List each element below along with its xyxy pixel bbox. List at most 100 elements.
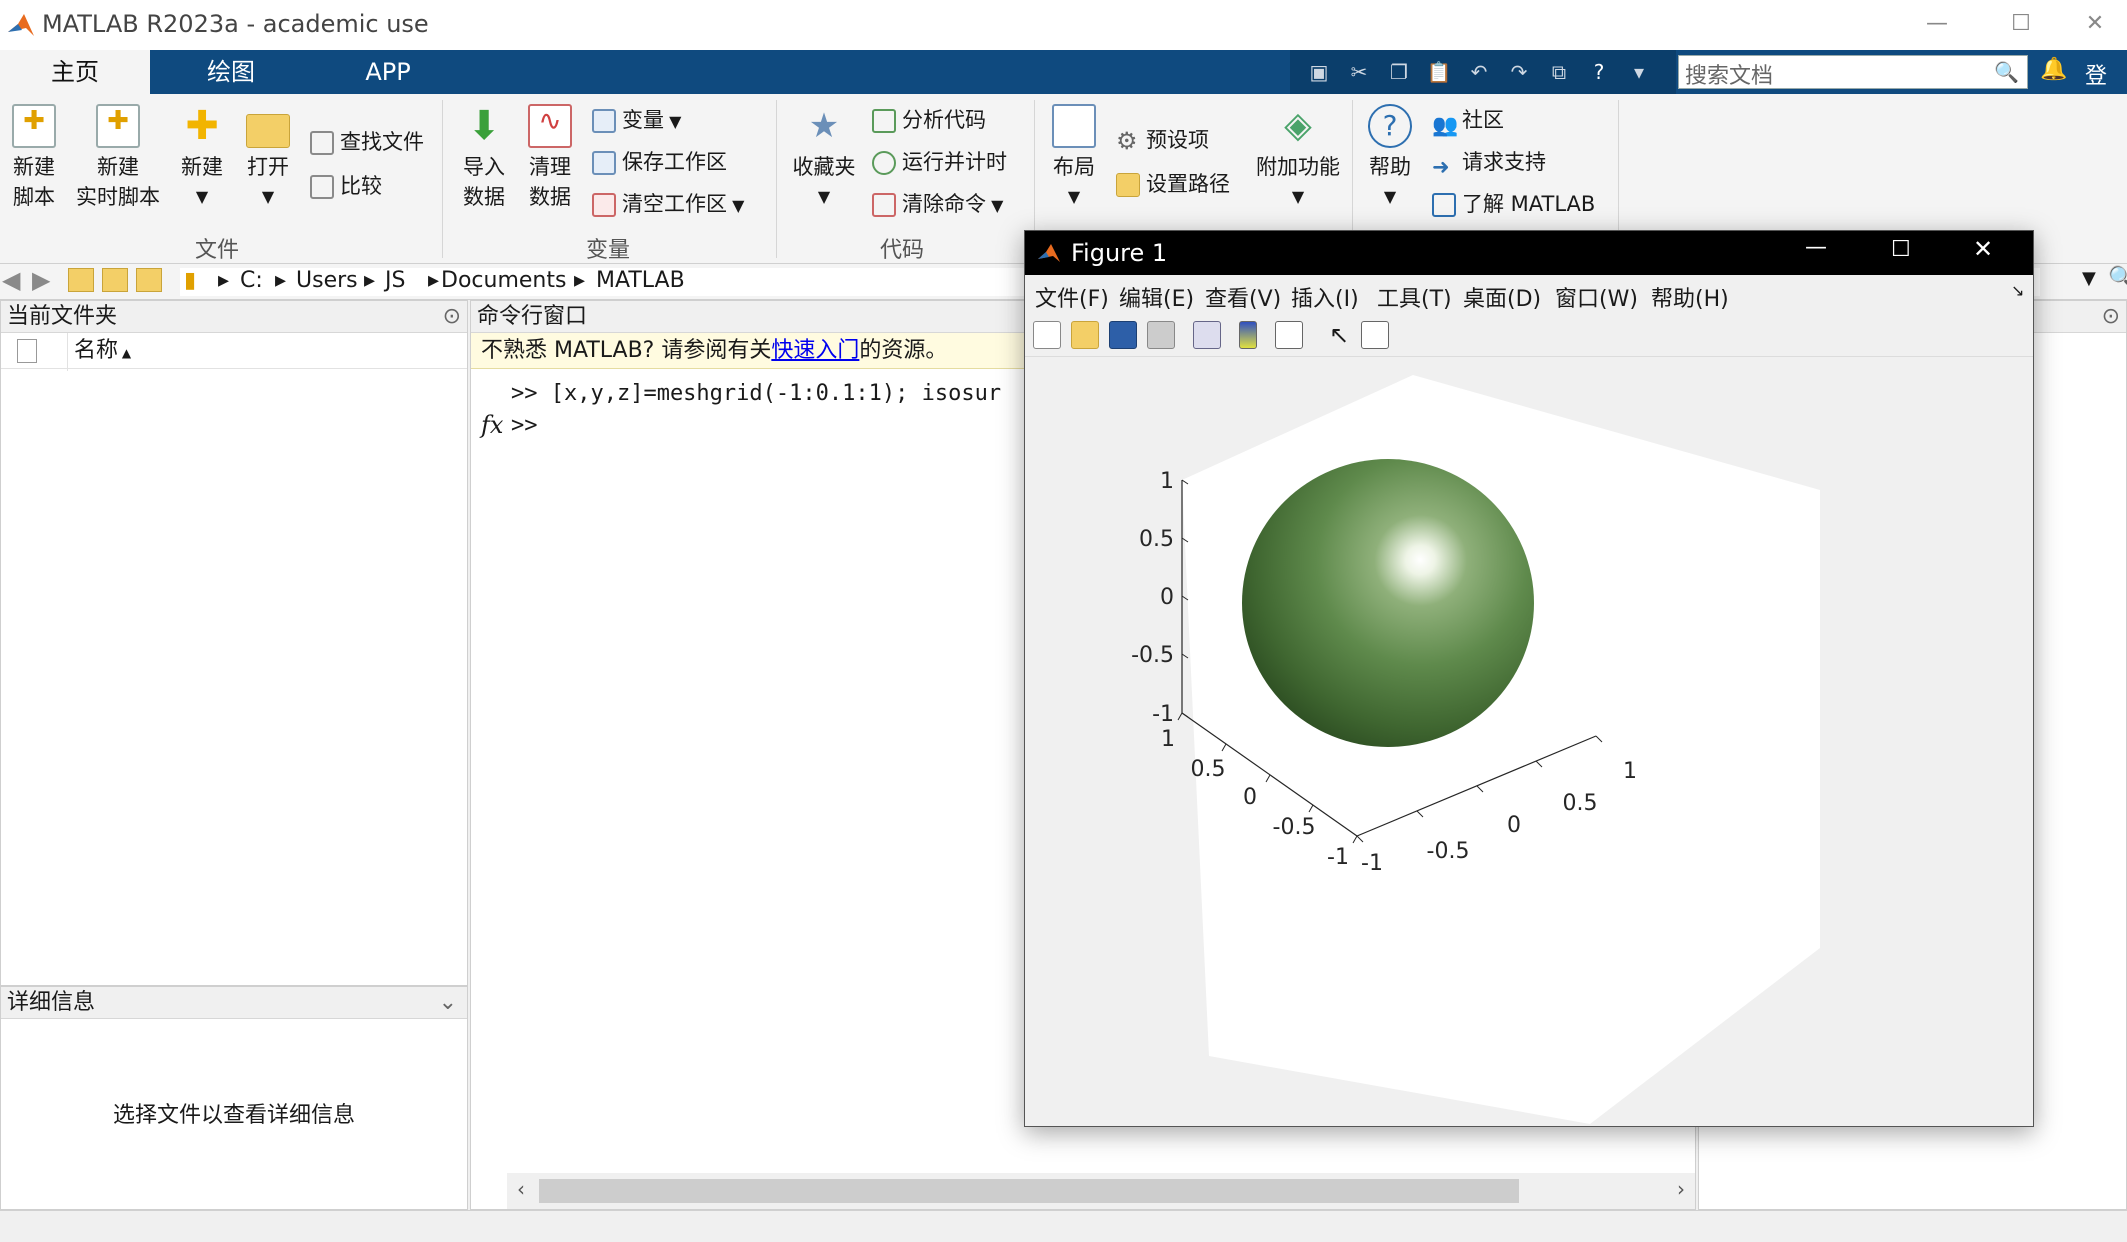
tab-plots[interactable]: 绘图: [150, 50, 312, 94]
breadcrumb-js[interactable]: JS: [385, 268, 405, 293]
menu-insert[interactable]: 插入(I): [1291, 281, 1359, 313]
chevron-down-icon[interactable]: ⌄: [439, 987, 457, 1019]
figure-axes[interactable]: 1 0.5 0 -0.5 -1 1 0.5 0 -0.5 -1 1 0.5 0 …: [1026, 358, 2032, 1126]
menu-desktop[interactable]: 桌面(D): [1463, 281, 1541, 313]
print-icon[interactable]: [1147, 321, 1175, 349]
command-prompt[interactable]: >>: [511, 413, 538, 438]
compare-button[interactable]: 比较: [310, 170, 382, 202]
search-documentation-input[interactable]: 搜索文档 🔍: [1678, 55, 2028, 89]
notification-bell-icon[interactable]: 🔔: [2040, 57, 2067, 82]
panel-actions-icon[interactable]: ⊙: [2102, 301, 2120, 333]
details-header[interactable]: 详细信息 ⌄: [1, 987, 467, 1019]
new-button[interactable]: ✚ 新建 ▼: [172, 104, 232, 212]
preferences-button[interactable]: ⚙ 预设项: [1116, 124, 1209, 156]
quick-start-link[interactable]: 快速入门: [771, 338, 859, 363]
panel-actions-icon[interactable]: ⊙: [443, 301, 461, 333]
close-button[interactable]: ✕: [2063, 0, 2127, 50]
scrollbar-thumb[interactable]: [539, 1179, 1519, 1203]
figure-window[interactable]: Figure 1 — ☐ ✕ 文件(F) 编辑(E) 查看(V) 插入(I) 工…: [1024, 230, 2034, 1127]
clean-data-button[interactable]: ∿ 清理 数据: [520, 104, 580, 212]
clean-data-label: 清理 数据: [529, 155, 571, 209]
ribbon-separator: [776, 100, 777, 258]
property-inspector-icon[interactable]: [1361, 321, 1389, 349]
link-plot-icon[interactable]: [1193, 321, 1221, 349]
import-data-button[interactable]: ⬇ 导入 数据: [454, 104, 514, 212]
scroll-right-icon[interactable]: ›: [1677, 1177, 1685, 1201]
insert-legend-icon[interactable]: [1275, 321, 1303, 349]
tab-apps[interactable]: APP: [312, 50, 464, 94]
undo-icon[interactable]: ↶: [1464, 57, 1494, 87]
gear-icon: ⚙: [1116, 127, 1138, 155]
customize-dropdown-icon[interactable]: ▾: [1624, 57, 1654, 87]
insert-colorbar-icon[interactable]: [1239, 321, 1257, 349]
new-script-button[interactable]: ✚ 新建 脚本: [4, 104, 64, 212]
switch-windows-icon[interactable]: ⧉: [1544, 57, 1574, 87]
menu-edit[interactable]: 编辑(E): [1119, 281, 1194, 313]
forward-arrow-icon[interactable]: ▶: [32, 266, 50, 294]
address-dropdown-icon[interactable]: ▼: [2082, 268, 2096, 289]
community-button[interactable]: 👥 社区: [1432, 104, 1504, 137]
menu-help[interactable]: 帮助(H): [1651, 281, 1729, 313]
dock-arrow-icon[interactable]: ↘: [2011, 281, 2024, 300]
redo-icon[interactable]: ↷: [1504, 57, 1534, 87]
find-files-icon: [310, 131, 334, 155]
z-tick-label: -1: [1152, 702, 1174, 727]
help-button[interactable]: ? 帮助 ▼: [1360, 104, 1420, 212]
breadcrumb-drive[interactable]: C:: [240, 268, 263, 293]
cut-icon[interactable]: ✂: [1344, 57, 1374, 87]
paste-icon[interactable]: 📋: [1424, 57, 1454, 87]
open-file-icon[interactable]: [1071, 321, 1099, 349]
up-folder-icon[interactable]: [68, 268, 94, 292]
open-button[interactable]: 打开 ▼: [238, 104, 298, 212]
search-icon[interactable]: 🔍: [1994, 60, 2019, 84]
save-workspace-button[interactable]: 保存工作区: [592, 146, 727, 178]
analyze-code-button[interactable]: 分析代码: [872, 104, 986, 136]
maximize-button[interactable]: ☐: [1979, 0, 2063, 50]
menu-tools[interactable]: 工具(T): [1377, 281, 1452, 313]
search-folder-icon[interactable]: [136, 268, 162, 292]
scroll-left-icon[interactable]: ‹: [517, 1177, 525, 1201]
function-browser-icon[interactable]: fx: [481, 411, 503, 439]
search-folder-button-icon[interactable]: 🔍: [2108, 266, 2127, 291]
clear-commands-button[interactable]: 清除命令 ▼: [872, 188, 1003, 220]
figure-title: Figure 1: [1071, 239, 1168, 267]
open-dropdown-icon: ▼: [261, 187, 275, 206]
menu-file[interactable]: 文件(F): [1035, 281, 1109, 313]
figure-maximize-button[interactable]: ☐: [1891, 237, 1911, 262]
menu-view[interactable]: 查看(V): [1205, 281, 1281, 313]
variable-button[interactable]: 变量 ▼: [592, 104, 681, 136]
x-tick-label: 0: [1243, 785, 1257, 810]
menu-window[interactable]: 窗口(W): [1555, 281, 1638, 313]
learn-matlab-button[interactable]: 了解 MATLAB: [1432, 188, 1595, 220]
axes-background: [1182, 375, 1820, 1124]
help-icon[interactable]: ?: [1584, 57, 1614, 87]
layout-icon: [1052, 104, 1096, 148]
horizontal-scrollbar[interactable]: ‹ ›: [507, 1173, 1695, 1209]
figure-close-button[interactable]: ✕: [1973, 235, 1993, 263]
learn-matlab-label: 了解 MATLAB: [1462, 192, 1596, 216]
run-and-time-button[interactable]: 运行并计时: [872, 146, 1007, 178]
browse-folder-icon[interactable]: [102, 268, 128, 292]
minimize-button[interactable]: —: [1895, 0, 1979, 50]
save-icon[interactable]: ▣: [1304, 57, 1334, 87]
breadcrumb-documents[interactable]: Documents: [441, 268, 566, 293]
set-path-button[interactable]: 设置路径: [1116, 168, 1230, 200]
find-files-button[interactable]: 查找文件: [310, 126, 424, 158]
save-figure-icon[interactable]: [1109, 321, 1137, 349]
new-live-script-button[interactable]: ✚ 新建 实时脚本: [70, 104, 166, 212]
back-arrow-icon[interactable]: ◀: [2, 266, 20, 294]
breadcrumb-users[interactable]: Users: [296, 268, 358, 293]
tab-home[interactable]: 主页: [0, 50, 150, 94]
name-column-header[interactable]: 名称 ▲: [67, 333, 131, 371]
edit-plot-cursor-icon[interactable]: ↖: [1325, 321, 1353, 349]
copy-icon[interactable]: ❐: [1384, 57, 1414, 87]
favorites-button[interactable]: ★ 收藏夹 ▼: [786, 104, 862, 212]
layout-button[interactable]: 布局 ▼: [1044, 104, 1104, 212]
breadcrumb-matlab[interactable]: MATLAB: [596, 268, 685, 293]
request-support-button[interactable]: ➜ 请求支持: [1432, 146, 1546, 179]
new-figure-icon[interactable]: [1033, 321, 1061, 349]
add-ons-button[interactable]: ◈ 附加功能 ▼: [1250, 104, 1346, 212]
clear-workspace-button[interactable]: 清空工作区 ▼: [592, 188, 744, 220]
figure-minimize-button[interactable]: —: [1805, 235, 1827, 260]
z-tick-label: -0.5: [1131, 643, 1174, 668]
